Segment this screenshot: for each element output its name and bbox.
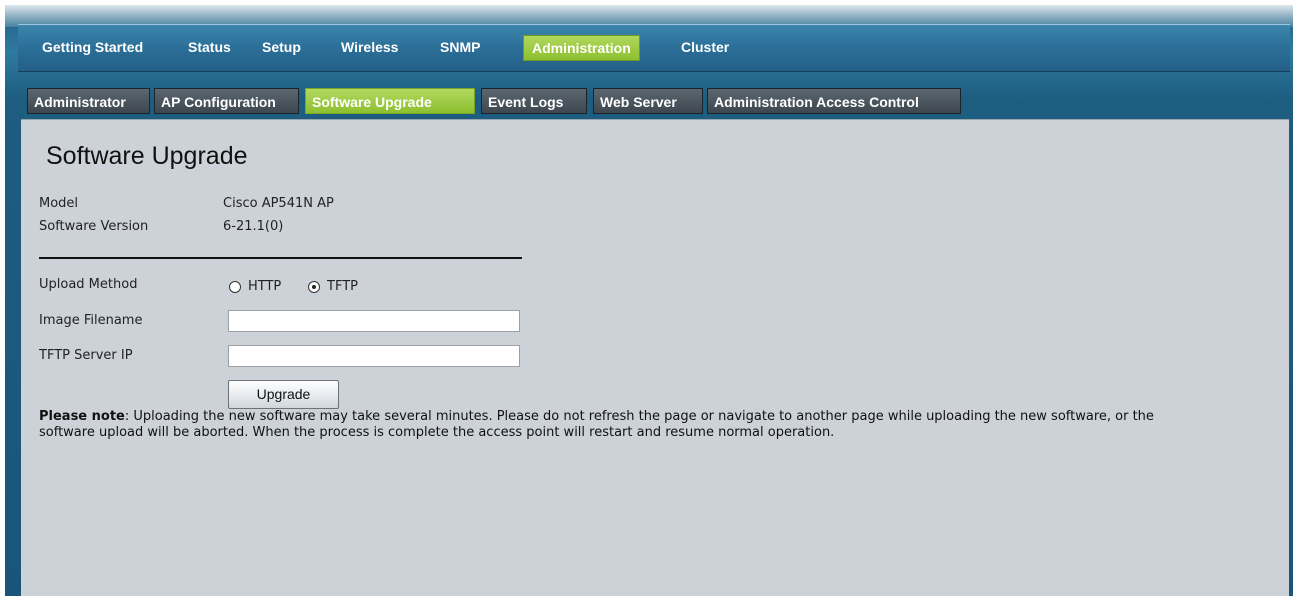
upload-method-label: Upload Method	[39, 277, 138, 292]
top-nav: Getting Started Status Setup Wireless SN…	[18, 24, 1290, 72]
nav-wireless[interactable]: Wireless	[333, 35, 406, 59]
note-text: : Uploading the new software may take se…	[39, 409, 1154, 440]
nav-administration[interactable]: Administration	[523, 35, 640, 61]
software-version-value: 6-21.1(0)	[223, 219, 284, 234]
tab-administration-access-control[interactable]: Administration Access Control	[707, 88, 961, 114]
page-title: Software Upgrade	[46, 142, 248, 170]
model-value: Cisco AP541N AP	[223, 196, 334, 211]
tab-software-upgrade[interactable]: Software Upgrade	[305, 88, 475, 114]
tab-administrator[interactable]: Administrator	[27, 88, 150, 114]
http-radio-label[interactable]: HTTP	[248, 279, 281, 294]
nav-status[interactable]: Status	[180, 35, 239, 59]
image-filename-label: Image Filename	[39, 313, 143, 328]
tftp-radio-label[interactable]: TFTP	[327, 279, 358, 294]
tftp-server-ip-label: TFTP Server IP	[39, 348, 133, 363]
tftp-radio[interactable]	[308, 281, 320, 293]
upgrade-button[interactable]: Upgrade	[228, 380, 339, 409]
nav-snmp[interactable]: SNMP	[432, 35, 488, 59]
nav-setup[interactable]: Setup	[254, 35, 309, 59]
app-frame: Getting Started Status Setup Wireless SN…	[5, 5, 1293, 596]
tab-event-logs[interactable]: Event Logs	[481, 88, 587, 114]
image-filename-input[interactable]	[228, 310, 520, 332]
software-version-label: Software Version	[39, 219, 149, 234]
note-heading: Please note	[39, 409, 125, 424]
tftp-server-ip-input[interactable]	[228, 345, 520, 367]
nav-getting-started[interactable]: Getting Started	[34, 35, 151, 59]
model-label: Model	[39, 196, 79, 211]
upload-note: Please note: Uploading the new software …	[39, 409, 1179, 441]
nav-cluster[interactable]: Cluster	[673, 35, 737, 59]
tab-ap-configuration[interactable]: AP Configuration	[154, 88, 299, 114]
tab-web-server[interactable]: Web Server	[593, 88, 703, 114]
section-divider	[39, 257, 522, 259]
content-panel: Software Upgrade Model Cisco AP541N AP S…	[21, 119, 1289, 596]
http-radio[interactable]	[229, 281, 241, 293]
